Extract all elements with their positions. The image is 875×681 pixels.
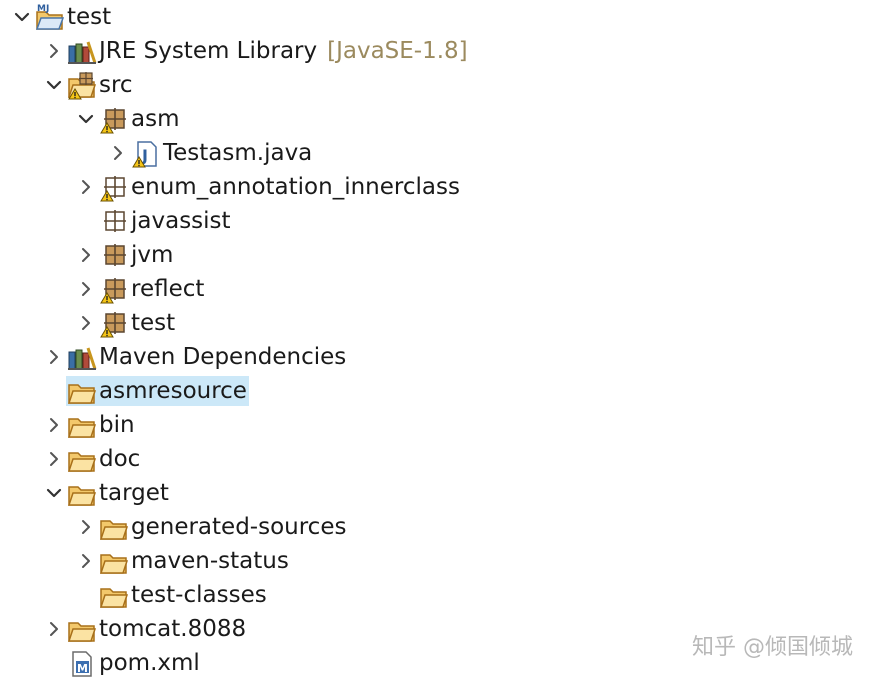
folder-icon [98, 512, 130, 542]
tree-node-label: doc [99, 446, 141, 472]
tree-node[interactable]: asmresource [44, 374, 249, 408]
library-icon [66, 36, 98, 66]
empty-package-icon [98, 206, 130, 236]
package-icon [98, 240, 130, 270]
tree-node[interactable]: Maven Dependencies [44, 340, 348, 374]
tree-node[interactable]: enum_annotation_innerclass [76, 170, 462, 204]
tree-node[interactable]: generated-sources [76, 510, 348, 544]
svg-text:M: M [77, 662, 88, 675]
package-warning-icon [98, 274, 130, 304]
tree-node-label: src [99, 72, 133, 98]
tree-node-label: Maven Dependencies [99, 344, 347, 370]
chevron-right-icon[interactable] [76, 245, 96, 265]
tree-node[interactable]: M Jtest [12, 0, 113, 34]
tree-node[interactable]: Mpom.xml [44, 646, 202, 680]
chevron-right-icon[interactable] [76, 551, 96, 571]
chevron-right-icon[interactable] [76, 279, 96, 299]
tree-node[interactable]: target [44, 476, 171, 510]
package-warning-icon [98, 104, 130, 134]
tree-node-label: bin [99, 412, 135, 438]
chevron-right-icon[interactable] [44, 415, 64, 435]
svg-text:J: J [45, 4, 49, 14]
tree-node-label: JRE System Library [99, 38, 318, 64]
tree-node[interactable]: src [44, 68, 135, 102]
tree-node-label: enum_annotation_innerclass [131, 174, 460, 200]
tree-node-decoration: [JavaSE-1.8] [327, 38, 468, 64]
tree-node[interactable]: reflect [76, 272, 206, 306]
chevron-down-icon[interactable] [12, 7, 32, 27]
package-warning-icon [98, 308, 130, 338]
tree-node-label: test-classes [131, 582, 267, 608]
tree-node-label: target [99, 480, 169, 506]
folder-icon [66, 376, 98, 406]
library-icon [66, 342, 98, 372]
chevron-down-icon[interactable] [44, 483, 64, 503]
folder-icon [98, 580, 130, 610]
tree-node[interactable]: doc [44, 442, 142, 476]
tree-node-label: reflect [131, 276, 205, 302]
tree-node-label: pom.xml [99, 650, 200, 676]
folder-icon [66, 410, 98, 440]
tree-node-label: test [131, 310, 176, 336]
tree-node[interactable]: test [76, 306, 177, 340]
tree-node-label: jvm [131, 242, 174, 268]
tree-node-label: asm [131, 106, 180, 132]
tree-node[interactable]: test-classes [76, 578, 269, 612]
tree-node[interactable]: jvm [76, 238, 175, 272]
java-project-icon: MJ [34, 2, 66, 32]
tree-node[interactable]: tomcat.8088 [44, 612, 248, 646]
tree-node-label: test [67, 4, 112, 30]
source-folder-warning-icon [66, 70, 98, 100]
tree-node-label: tomcat.8088 [99, 616, 247, 642]
tree-node[interactable]: asm [76, 102, 181, 136]
tree-node[interactable]: bin [44, 408, 137, 442]
empty-package-warning-icon [98, 172, 130, 202]
tree-node[interactable]: javassist [76, 204, 233, 238]
chevron-right-icon[interactable] [44, 347, 64, 367]
svg-text:M: M [37, 4, 46, 14]
chevron-right-icon[interactable] [76, 517, 96, 537]
folder-icon [66, 444, 98, 474]
tree-node-label: generated-sources [131, 514, 347, 540]
tree-node[interactable]: maven-status [76, 544, 291, 578]
chevron-right-icon[interactable] [76, 177, 96, 197]
tree-node[interactable]: JRE System Library [JavaSE-1.8] [44, 34, 468, 68]
chevron-right-icon[interactable] [108, 143, 128, 163]
java-file-warning-icon: J [130, 138, 162, 168]
watermark: 知乎 @倾国倾城 [692, 635, 853, 660]
tree-node-label: maven-status [131, 548, 289, 574]
folder-icon [66, 478, 98, 508]
folder-icon [66, 614, 98, 644]
tree-node-label: javassist [131, 208, 231, 234]
maven-pom-icon: M [66, 648, 98, 678]
chevron-down-icon[interactable] [76, 109, 96, 129]
tree-node-label: Testasm.java [163, 140, 313, 166]
chevron-down-icon[interactable] [44, 75, 64, 95]
folder-icon [98, 546, 130, 576]
chevron-right-icon[interactable] [44, 619, 64, 639]
chevron-right-icon[interactable] [44, 449, 64, 469]
tree-node-label: asmresource [98, 376, 249, 406]
chevron-right-icon[interactable] [76, 313, 96, 333]
tree-node[interactable]: J Testasm.java [108, 136, 314, 170]
chevron-right-icon[interactable] [44, 41, 64, 61]
